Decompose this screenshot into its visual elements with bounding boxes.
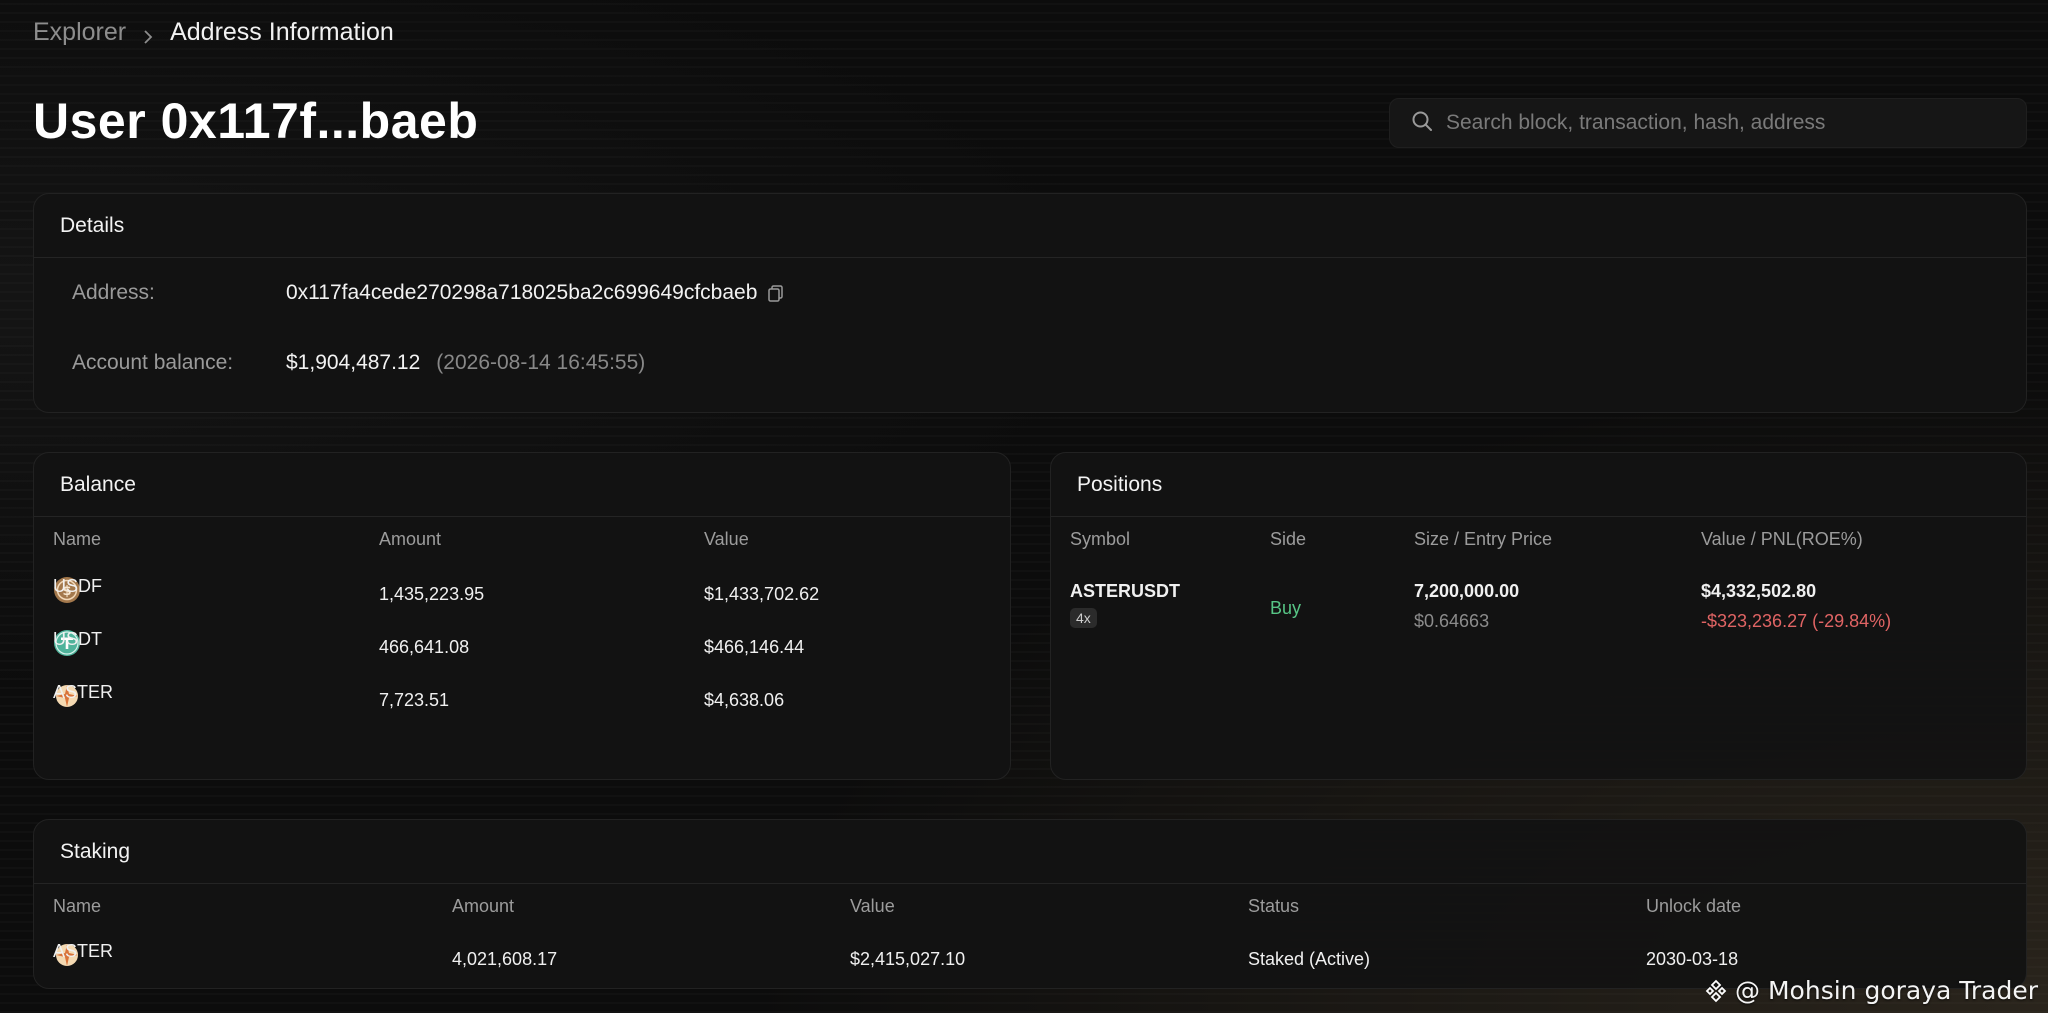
details-header: Details	[34, 194, 2026, 258]
staking-row-amount: 4,021,608.17	[452, 948, 558, 969]
page-title: User 0x117f...baeb	[33, 93, 479, 149]
balance-row-value: $466,146.44	[704, 636, 805, 657]
balance-row-amount: 7,723.51	[379, 689, 450, 710]
staking-row-unlock-date: 2030-03-18	[1646, 948, 1739, 969]
search-box[interactable]	[1389, 98, 2027, 148]
watermark-text: @ Mohsin goraya Trader	[1735, 976, 2038, 1005]
balance-row-amount: 466,641.08	[379, 636, 470, 657]
balance-row-amount: 1,435,223.95	[379, 583, 485, 604]
staking-col-status: Status	[1248, 896, 1300, 916]
staking-col-value: Value	[850, 896, 895, 916]
table-row[interactable]: $ USDF 1,435,223.95 $1,433,702.62	[34, 576, 1010, 612]
balance-col-name: Name	[53, 529, 102, 549]
balance-card: Balance Name Amount Value $ USDF 1,435,2…	[33, 452, 1011, 780]
search-input[interactable]	[1446, 111, 2006, 135]
positions-col-value-pnl: Value / PNL(ROE%)	[1701, 529, 1863, 549]
positions-table-header: Symbol Side Size / Entry Price Value / P…	[1051, 529, 2026, 559]
position-symbol: ASTERUSDT	[1070, 581, 1181, 601]
details-card: Details Address: 0x117fa4cede270298a7180…	[33, 193, 2027, 413]
address-value: 0x117fa4cede270298a718025ba2c699649cfcba…	[286, 281, 758, 304]
position-size: 7,200,000.00	[1414, 581, 1520, 601]
account-balance-row: Account balance: $1,904,487.12 (2026-08-…	[72, 351, 645, 375]
balance-row-value: $4,638.06	[704, 689, 785, 710]
staking-header: Staking	[34, 820, 2026, 884]
breadcrumb-explorer-link[interactable]: Explorer	[33, 18, 126, 47]
address-label: Address:	[72, 281, 155, 304]
staking-card: Staking Name Amount Value Status Unlock …	[33, 819, 2027, 989]
staking-row-name: ASTER	[53, 941, 114, 961]
table-row[interactable]: ASTER 4,021,608.17 $2,415,027.10 Staked …	[34, 941, 2026, 977]
search-icon	[1410, 109, 1434, 138]
positions-col-side: Side	[1270, 529, 1307, 549]
balance-row-name: ASTER	[53, 682, 114, 702]
staking-col-amount: Amount	[452, 896, 515, 916]
position-entry-price: $0.64663	[1414, 611, 1490, 631]
staking-row-status: Staked (Active)	[1248, 948, 1371, 969]
positions-col-symbol: Symbol	[1070, 529, 1131, 549]
balance-row-value: $1,433,702.62	[704, 583, 820, 604]
balance-col-amount: Amount	[379, 529, 442, 549]
account-balance-label: Account balance:	[72, 351, 234, 374]
balance-row-name: USDT	[53, 629, 102, 649]
balance-header: Balance	[34, 453, 1010, 517]
positions-col-size: Size / Entry Price	[1414, 529, 1553, 549]
table-row[interactable]: ASTERUSDT 4x Buy 7,200,000.00 $0.64663 $…	[1051, 581, 2026, 651]
staking-row-value: $2,415,027.10	[850, 948, 966, 969]
account-balance-value: $1,904,487.12	[286, 351, 421, 374]
staking-table-header: Name Amount Value Status Unlock date	[34, 896, 2026, 926]
binance-logo-icon	[1703, 978, 1729, 1004]
breadcrumb: Explorer Address Information	[33, 18, 394, 47]
position-side: Buy	[1270, 598, 1302, 618]
leverage-badge: 4x	[1070, 608, 1097, 628]
account-balance-timestamp: (2026-08-14 16:45:55)	[436, 351, 646, 374]
balance-row-name: USDF	[53, 576, 102, 596]
positions-header: Positions	[1051, 453, 2026, 517]
table-row[interactable]: ASTER 7,723.51 $4,638.06	[34, 682, 1010, 718]
watermark: @ Mohsin goraya Trader	[1703, 976, 2038, 1005]
table-row[interactable]: USDT 466,641.08 $466,146.44	[34, 629, 1010, 665]
position-value: $4,332,502.80	[1701, 581, 1817, 601]
staking-col-unlock-date: Unlock date	[1646, 896, 1742, 916]
breadcrumb-current: Address Information	[170, 18, 394, 46]
balance-col-value: Value	[704, 529, 749, 549]
address-row: Address: 0x117fa4cede270298a718025ba2c69…	[72, 281, 785, 305]
copy-icon[interactable]	[767, 284, 785, 302]
balance-table-header: Name Amount Value	[34, 529, 1010, 559]
position-pnl: -$323,236.27 (-29.84%)	[1701, 611, 1892, 631]
staking-col-name: Name	[53, 896, 102, 916]
chevron-right-icon	[140, 25, 156, 44]
positions-card: Positions Symbol Side Size / Entry Price…	[1050, 452, 2027, 780]
